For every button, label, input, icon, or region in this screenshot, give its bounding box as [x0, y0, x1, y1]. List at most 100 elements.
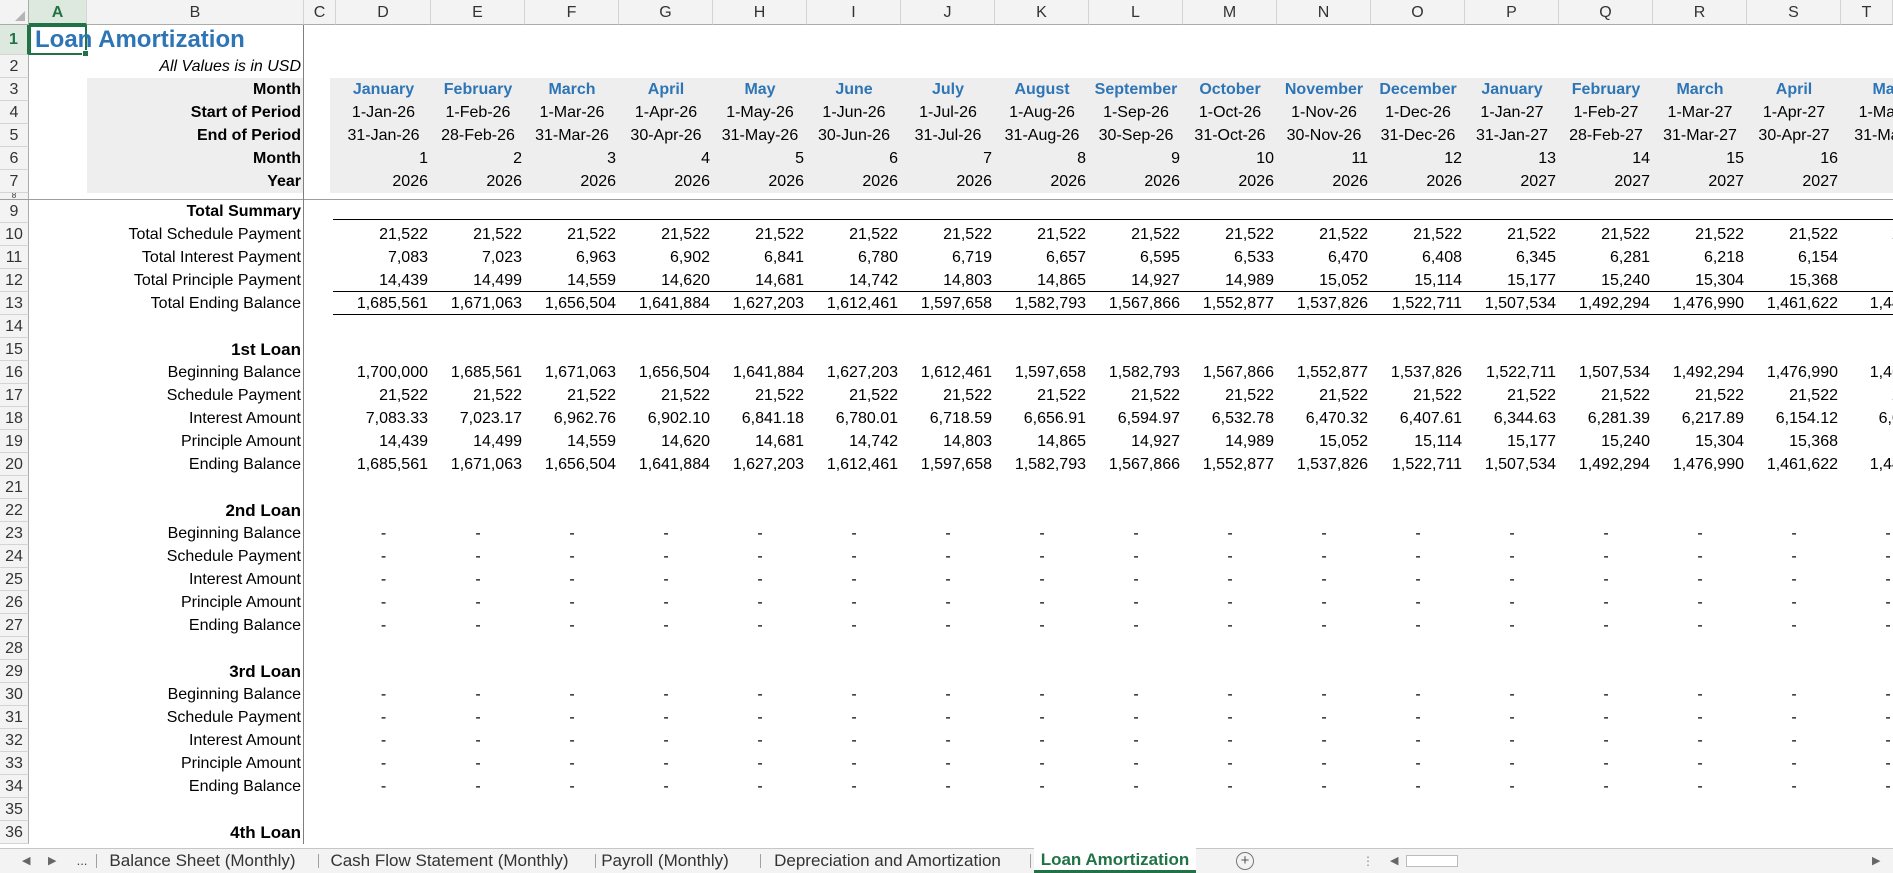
period-month[interactable]: June [807, 78, 901, 101]
period-month-number[interactable]: 9 [1089, 147, 1183, 170]
loan-value[interactable]: - [1747, 522, 1841, 545]
period-start[interactable]: 1-May-2 [1841, 101, 1893, 124]
loan-value[interactable]: 1,461,622 [1747, 453, 1841, 476]
row-header-20[interactable]: 20 [0, 453, 29, 476]
period-month[interactable]: May [713, 78, 807, 101]
summary-value[interactable]: 6,780 [807, 246, 901, 269]
row-header-26[interactable]: 26 [0, 591, 29, 614]
loan-row-label[interactable]: Interest Amount [87, 568, 304, 591]
sheet-tab[interactable]: Payroll (Monthly) [599, 849, 731, 873]
loan-value[interactable]: 6,718.59 [901, 407, 995, 430]
loan-value[interactable]: 15,177 [1465, 430, 1559, 453]
summary-value[interactable]: 1,656,504 [525, 292, 619, 315]
loan-value[interactable]: - [901, 752, 995, 775]
loan-value[interactable]: 1,552,877 [1277, 361, 1371, 384]
column-header-q[interactable]: Q [1559, 0, 1653, 25]
loan-row-label[interactable]: Principle Amount [87, 591, 304, 614]
summary-value[interactable]: 6,657 [995, 246, 1089, 269]
loan-value[interactable]: - [1559, 775, 1653, 798]
period-end[interactable]: 31-Mar-27 [1653, 124, 1747, 147]
period-end[interactable]: 31-Jul-26 [901, 124, 995, 147]
period-month-number[interactable]: 7 [901, 147, 995, 170]
row-header-35[interactable]: 35 [0, 798, 29, 821]
period-month[interactable]: September [1089, 78, 1183, 101]
loan-value[interactable]: 21,522 [336, 384, 431, 407]
loan-value[interactable]: 1,492,294 [1653, 361, 1747, 384]
row-header-16[interactable]: 16 [0, 361, 29, 384]
more-tabs-button[interactable]: ... [72, 849, 92, 873]
loan-value[interactable]: - [713, 729, 807, 752]
summary-value[interactable]: 6,281 [1559, 246, 1653, 269]
loan-value[interactable]: - [1841, 706, 1893, 729]
loan-value[interactable]: - [1841, 614, 1893, 637]
loan-value[interactable]: - [1747, 706, 1841, 729]
summary-value[interactable]: 1,627,203 [713, 292, 807, 315]
loan-value[interactable]: - [525, 522, 619, 545]
loan-value[interactable]: - [619, 752, 713, 775]
loan-value[interactable]: 1,476,990 [1653, 453, 1747, 476]
loan-value[interactable]: - [1653, 706, 1747, 729]
period-start[interactable]: 1-Jan-27 [1465, 101, 1559, 124]
loan-value[interactable]: - [1653, 568, 1747, 591]
summary-value[interactable]: 21,522 [1653, 223, 1747, 246]
loan-value[interactable]: 21,522 [525, 384, 619, 407]
loan-row-label[interactable]: Beginning Balance [87, 683, 304, 706]
summary-value[interactable]: 1,582,793 [995, 292, 1089, 315]
summary-heading[interactable]: Total Summary [87, 200, 304, 223]
loan-value[interactable]: - [1277, 568, 1371, 591]
row-header-34[interactable]: 34 [0, 775, 29, 798]
loan-value[interactable]: - [995, 683, 1089, 706]
loan-value[interactable]: - [1371, 775, 1465, 798]
loan-value[interactable]: - [1277, 752, 1371, 775]
column-header-h[interactable]: H [713, 0, 807, 25]
row-header-23[interactable]: 23 [0, 522, 29, 545]
summary-value[interactable]: 1,507,534 [1465, 292, 1559, 315]
loan-value[interactable]: - [619, 568, 713, 591]
loan-value[interactable]: - [1183, 729, 1277, 752]
period-year[interactable]: 2026 [525, 170, 619, 193]
loan-value[interactable]: 1,582,793 [1089, 361, 1183, 384]
summary-value[interactable]: 6,595 [1089, 246, 1183, 269]
loan-value[interactable]: 21,522 [1089, 384, 1183, 407]
loan-value[interactable]: 1,507,534 [1465, 453, 1559, 476]
loan-value[interactable]: - [431, 591, 525, 614]
column-header-k[interactable]: K [995, 0, 1089, 25]
loan-value[interactable]: 14,803 [901, 430, 995, 453]
loan-value[interactable]: - [1183, 683, 1277, 706]
loan-value[interactable]: - [525, 752, 619, 775]
loan-value[interactable]: - [1653, 614, 1747, 637]
period-start[interactable]: 1-Dec-26 [1371, 101, 1465, 124]
period-month[interactable]: February [1559, 78, 1653, 101]
loan-value[interactable]: - [1183, 775, 1277, 798]
period-month-number[interactable]: 16 [1747, 147, 1841, 170]
summary-value[interactable]: 14,499 [431, 269, 525, 292]
summary-value[interactable]: 21,522 [1277, 223, 1371, 246]
loan-value[interactable]: 14,499 [431, 430, 525, 453]
loan-row-label[interactable]: Interest Amount [87, 407, 304, 430]
loan-value[interactable]: - [619, 683, 713, 706]
loan-value[interactable]: - [807, 614, 901, 637]
loan-value[interactable]: - [431, 752, 525, 775]
loan-row-label[interactable]: Principle Amount [87, 430, 304, 453]
period-month-number[interactable]: 14 [1559, 147, 1653, 170]
loan-value[interactable]: - [1183, 591, 1277, 614]
loan-value[interactable]: 6,902.10 [619, 407, 713, 430]
row-header-25[interactable]: 25 [0, 568, 29, 591]
loan-value[interactable]: - [431, 706, 525, 729]
summary-value[interactable]: 6,533 [1183, 246, 1277, 269]
period-month-number[interactable]: 5 [713, 147, 807, 170]
period-month[interactable]: January [336, 78, 431, 101]
loan-value[interactable]: 1,461,62 [1841, 361, 1893, 384]
summary-value[interactable]: 21,52 [1841, 223, 1893, 246]
loan-value[interactable]: - [525, 706, 619, 729]
summary-value[interactable]: 21,522 [619, 223, 713, 246]
column-header-t[interactable]: T [1841, 0, 1893, 25]
loan-value[interactable]: - [1841, 729, 1893, 752]
row-header-21[interactable]: 21 [0, 476, 29, 499]
loan-value[interactable]: 1,537,826 [1277, 453, 1371, 476]
loan-value[interactable]: - [1089, 568, 1183, 591]
column-header-e[interactable]: E [431, 0, 525, 25]
loan-value[interactable]: 6,594.97 [1089, 407, 1183, 430]
period-end[interactable]: 31-Oct-26 [1183, 124, 1277, 147]
loan-value[interactable]: 21,522 [1653, 384, 1747, 407]
